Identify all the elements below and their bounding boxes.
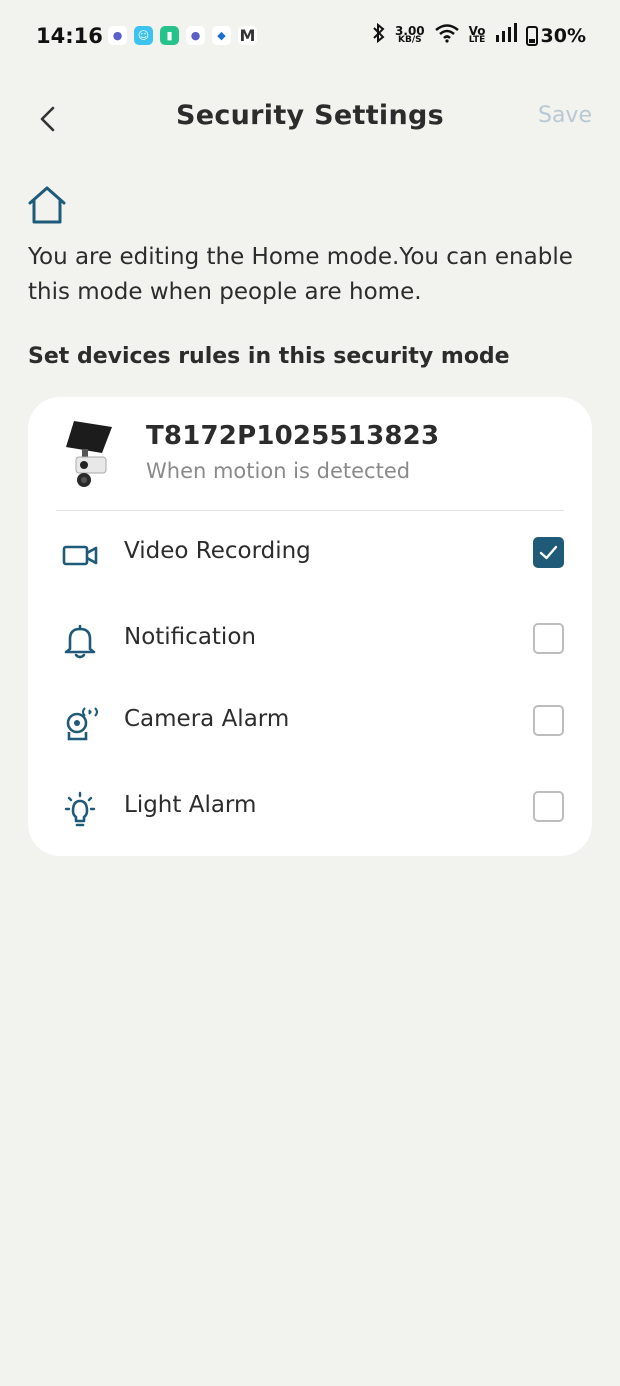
rule-checkbox[interactable] [533, 791, 564, 822]
camera-alarm-icon [66, 707, 98, 741]
volte-indicator: Vo LTE [468, 25, 486, 45]
gmail-icon: M [238, 26, 257, 45]
rule-notification[interactable]: Notification [28, 609, 592, 669]
device-name: T8172P1025513823 [146, 421, 440, 451]
checkmark-icon [539, 545, 558, 560]
device-thumbnail [66, 421, 112, 487]
volte-bottom: LTE [468, 34, 486, 45]
notification-icons: ● ☺ ▮ ● ◆ M [108, 26, 257, 45]
home-icon [28, 186, 66, 224]
light-bulb-icon [64, 791, 96, 827]
bell-icon [64, 624, 96, 659]
battery-icon [525, 25, 538, 46]
rule-camera-alarm[interactable]: Camera Alarm [28, 691, 592, 751]
teams-icon: ● [186, 26, 205, 45]
save-button[interactable]: Save [538, 103, 592, 128]
rule-checkbox[interactable] [533, 705, 564, 736]
status-time: 14:16 [36, 24, 103, 48]
net-speed-unit: KB/S [398, 34, 422, 45]
bluetooth-icon [372, 22, 386, 49]
top-bar: Security Settings Save [0, 88, 620, 148]
battery-percent: 30% [540, 24, 586, 47]
video-camera-icon [62, 545, 98, 566]
divider [56, 510, 564, 511]
rule-label: Notification [124, 624, 256, 650]
signal-icon [495, 23, 517, 48]
rule-label: Video Recording [124, 538, 311, 564]
device-rules-card: T8172P1025513823 When motion is detected… [28, 397, 592, 856]
teams-icon: ● [108, 26, 127, 45]
waze-icon: ☺ [134, 26, 153, 45]
rule-light-alarm[interactable]: Light Alarm [28, 777, 592, 837]
rule-label: Light Alarm [124, 792, 257, 818]
rule-label: Camera Alarm [124, 706, 290, 732]
device-trigger: When motion is detected [146, 459, 411, 483]
wifi-icon [434, 23, 460, 48]
rule-checkbox[interactable] [533, 537, 564, 568]
rule-video-recording[interactable]: Video Recording [28, 523, 592, 583]
net-speed: 3.00 KB/S [395, 25, 425, 45]
mode-description: You are editing the Home mode.You can en… [28, 244, 573, 305]
rule-checkbox[interactable] [533, 623, 564, 654]
section-heading: Set devices rules in this security mode [28, 344, 510, 369]
page-title: Security Settings [175, 100, 444, 131]
status-bar: 14:16 ● ☺ ▮ ● ◆ M 3.00 KB/S Vo LTE 30% [0, 0, 620, 72]
status-right: 3.00 KB/S Vo LTE 30% [372, 22, 586, 49]
layers-app-icon: ◆ [212, 26, 231, 45]
battery-app-icon: ▮ [160, 26, 179, 45]
